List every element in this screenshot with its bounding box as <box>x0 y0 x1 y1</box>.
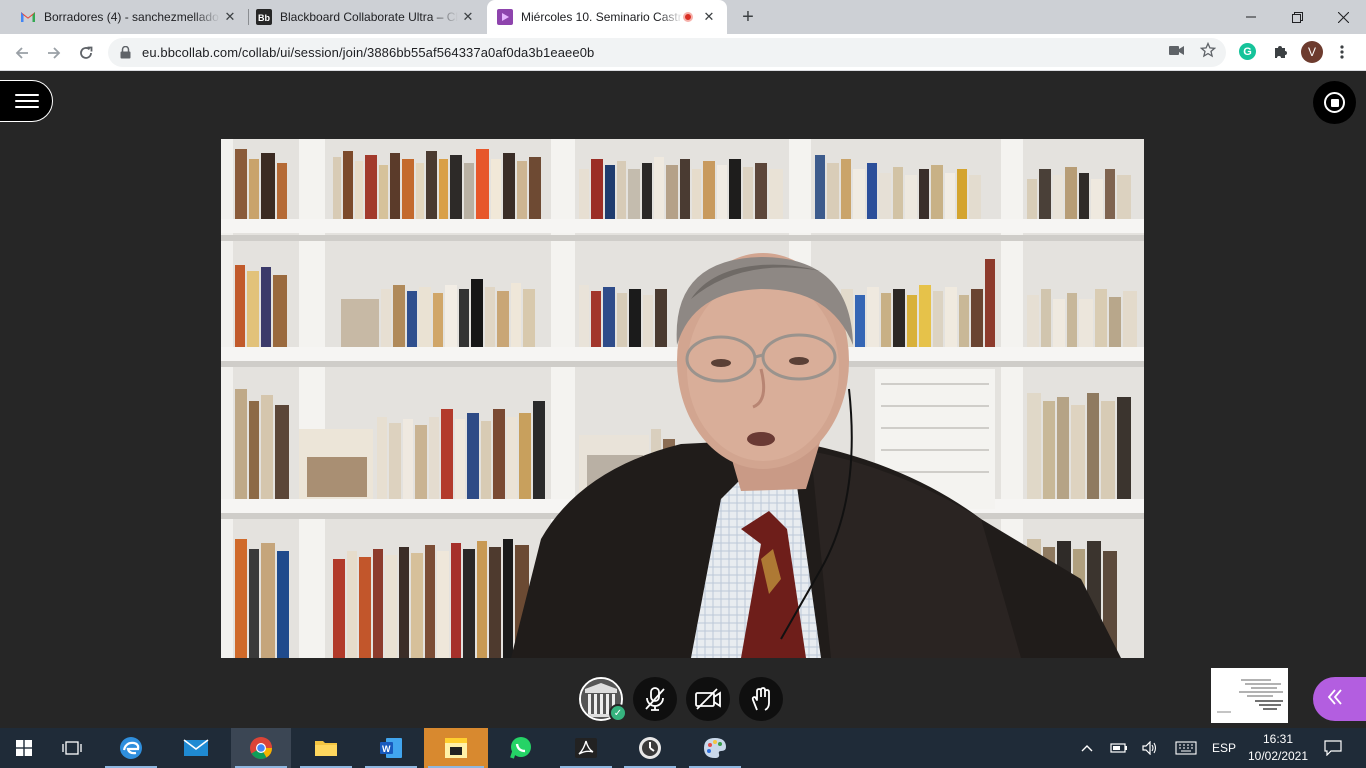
shared-content-thumbnail[interactable] <box>1211 668 1288 723</box>
taskbar-paint[interactable] <box>685 728 745 768</box>
input-language-button[interactable]: ESP <box>1208 728 1240 768</box>
mail-icon <box>183 739 209 756</box>
taskbar-file-explorer[interactable] <box>296 728 356 768</box>
microphone-off-icon <box>645 687 665 711</box>
action-center-button[interactable] <box>1322 728 1344 768</box>
taskbar-outlook[interactable] <box>101 728 161 768</box>
notifications-icon <box>1324 740 1342 756</box>
raise-hand-button[interactable] <box>739 677 783 721</box>
taskbar-chrome[interactable] <box>231 728 291 768</box>
start-button[interactable] <box>0 728 48 768</box>
tab-title: Blackboard Collaborate Ultra – Cl <box>280 10 458 24</box>
gmail-icon <box>20 9 36 25</box>
tab-title: Borradores (4) - sanchezmellado <box>44 10 219 24</box>
restore-button[interactable] <box>1274 0 1320 34</box>
recording-status-button[interactable] <box>1313 81 1356 124</box>
close-window-button[interactable] <box>1320 0 1366 34</box>
video-frame-image <box>221 139 1144 658</box>
taskbar-sticky-notes[interactable] <box>424 728 488 768</box>
clock-date: 10/02/2021 <box>1247 749 1309 763</box>
volume-button[interactable] <box>1139 728 1161 768</box>
tab-blackboard[interactable]: Bb Blackboard Collaborate Ultra – Cl ✕ <box>236 0 486 34</box>
clock-time: 16:31 <box>1262 732 1294 746</box>
show-hidden-icons-button[interactable] <box>1076 728 1098 768</box>
stop-recording-icon <box>1324 92 1345 113</box>
speaker-video-feed <box>221 139 1144 658</box>
lock-icon <box>120 46 132 60</box>
address-bar[interactable]: eu.bbcollab.com/collab/ui/session/join/3… <box>108 38 1226 67</box>
status-available-icon: ✓ <box>609 704 627 722</box>
touch-keyboard-button[interactable] <box>1173 728 1199 768</box>
double-chevron-left-icon <box>1327 686 1343 712</box>
tab-title: Miércoles 10. Seminario Castr <box>521 10 682 24</box>
svg-text:Bb: Bb <box>258 13 270 23</box>
taskbar-mail[interactable] <box>166 728 226 768</box>
battery-icon <box>1110 743 1127 753</box>
chrome-icon <box>250 737 272 759</box>
collaborate-app-icon <box>639 737 661 759</box>
sticky-notes-icon <box>445 738 467 758</box>
svg-text:W: W <box>382 744 391 754</box>
windows-taskbar: W ESP 16:31 10/02/2021 <box>0 728 1366 768</box>
whatsapp-icon <box>510 737 531 759</box>
taskbar-clock[interactable]: 16:31 10/02/2021 <box>1238 731 1318 765</box>
bookmark-star-icon[interactable] <box>1199 41 1217 59</box>
back-button[interactable] <box>9 40 35 66</box>
grammarly-extension-icon[interactable]: G <box>1239 43 1256 60</box>
close-icon[interactable]: ✕ <box>458 7 478 27</box>
document-preview-image <box>1211 668 1288 723</box>
windows-logo-icon <box>16 740 32 756</box>
word-icon: W <box>380 738 402 758</box>
share-audio-button[interactable] <box>633 677 677 721</box>
tab-collaborate-session[interactable]: Miércoles 10. Seminario Castr ✕ <box>487 0 727 34</box>
minimize-button[interactable] <box>1228 0 1274 34</box>
tab-gmail[interactable]: Borradores (4) - sanchezmellado ✕ <box>0 0 248 34</box>
task-view-icon <box>62 741 82 755</box>
taskbar-acrobat[interactable] <box>556 728 616 768</box>
open-collaborate-panel-button[interactable] <box>1313 677 1366 721</box>
collaborate-icon <box>497 9 513 25</box>
profile-avatar[interactable]: V <box>1301 41 1323 63</box>
task-view-button[interactable] <box>48 728 96 768</box>
reload-button[interactable] <box>73 40 99 66</box>
edge-browser-icon <box>120 737 142 759</box>
taskbar-collaborate-launcher[interactable] <box>620 728 680 768</box>
taskbar-word[interactable]: W <box>361 728 421 768</box>
battery-status-button[interactable] <box>1108 728 1130 768</box>
folder-icon <box>315 741 337 756</box>
chevron-up-icon <box>1081 745 1093 752</box>
blackboard-icon: Bb <box>256 9 272 25</box>
browser-menu-icon[interactable] <box>1333 43 1351 61</box>
browser-toolbar: eu.bbcollab.com/collab/ui/session/join/3… <box>0 34 1366 71</box>
keyboard-icon <box>1175 741 1197 755</box>
camera-off-icon <box>695 688 721 710</box>
extensions-puzzle-icon[interactable] <box>1271 43 1289 61</box>
new-tab-button[interactable]: + <box>736 5 760 29</box>
paint-palette-icon <box>704 738 726 758</box>
taskbar-whatsapp[interactable] <box>491 728 551 768</box>
speaker-icon <box>1142 741 1157 755</box>
hamburger-icon <box>14 94 39 108</box>
session-menu-button[interactable] <box>0 80 53 122</box>
acrobat-pdf-icon <box>575 738 597 758</box>
forward-button[interactable] <box>41 40 67 66</box>
share-video-button[interactable] <box>686 677 730 721</box>
browser-tab-strip: Borradores (4) - sanchezmellado ✕ Bb Bla… <box>0 0 1366 34</box>
camera-in-use-icon[interactable] <box>1167 41 1185 59</box>
url-text: eu.bbcollab.com/collab/ui/session/join/3… <box>142 45 595 60</box>
raise-hand-icon <box>751 687 770 711</box>
close-icon[interactable]: ✕ <box>699 7 719 27</box>
recording-icon <box>683 12 693 22</box>
